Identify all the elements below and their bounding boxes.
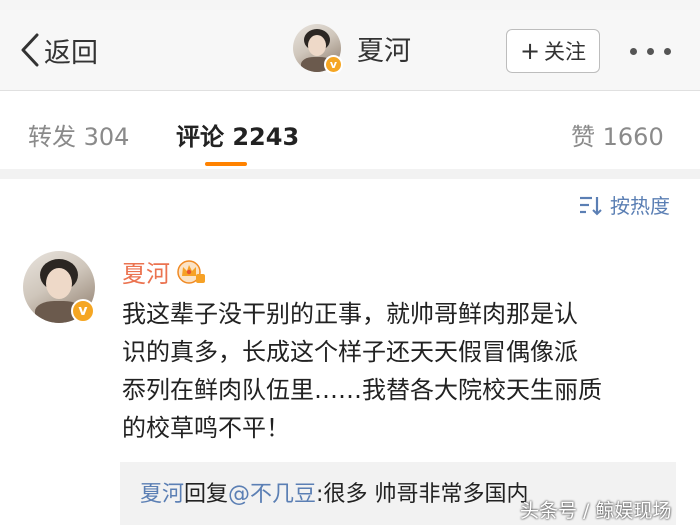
page-title: 夏河	[357, 35, 411, 67]
mention-link[interactable]: @不几豆	[228, 482, 316, 507]
section-divider	[0, 169, 700, 179]
top-nav-bar: 返回 v 夏河 + 关注	[0, 10, 700, 91]
reply-author-link[interactable]: 夏河	[140, 482, 184, 507]
verified-badge-icon: v	[71, 299, 95, 323]
active-tab-indicator	[205, 162, 247, 166]
sort-lines-icon	[580, 196, 602, 215]
sort-by-hot-button[interactable]: 按热度	[578, 190, 670, 219]
back-label: 返回	[44, 37, 98, 69]
comment-line: 忝列在鲜肉队伍里……我替各大院校天生丽质	[122, 376, 602, 404]
comment-line: 的校草鸣不平！	[122, 414, 290, 442]
tab-likes-label: 赞	[571, 123, 595, 151]
comment-author[interactable]: 夏河	[122, 254, 206, 289]
verified-badge-icon: v	[324, 55, 343, 74]
watermark: 头条号 / 鲸娱现场	[520, 500, 672, 522]
chevron-left-icon	[21, 33, 39, 67]
comment-line: 我这辈子没干别的正事，就帅哥鲜肉那是认	[122, 300, 578, 328]
tab-reposts[interactable]: 转发 304	[28, 117, 129, 152]
comment-author-avatar[interactable]: v	[23, 251, 95, 323]
sort-label: 按热度	[610, 194, 670, 218]
tab-reposts-count: 304	[83, 123, 130, 151]
more-options-icon[interactable]	[630, 48, 671, 55]
tab-likes[interactable]: 赞 1660	[571, 117, 664, 152]
reply-content: :很多 帅哥非常多国内	[316, 482, 529, 507]
comment-line: 识的真多，长成这个样子还天天假冒偶像派	[122, 338, 578, 366]
tab-reposts-label: 转发	[28, 123, 76, 151]
tab-comments[interactable]: 评论 2243	[176, 117, 299, 152]
status-bar	[0, 0, 700, 10]
comment-author-name[interactable]: 夏河	[122, 254, 170, 289]
crown-badge-icon	[177, 259, 205, 284]
follow-label: 关注	[544, 40, 587, 64]
tab-comments-label: 评论	[176, 123, 224, 151]
plus-icon: +	[519, 37, 541, 65]
follow-button[interactable]: + 关注	[506, 29, 600, 73]
tab-comments-count: 2243	[232, 123, 300, 151]
comment-body: 我这辈子没干别的正事，就帅哥鲜肉那是认 识的真多，长成这个样子还天天假冒偶像派 …	[122, 295, 672, 447]
back-button[interactable]: 返回	[20, 30, 98, 70]
reply-verb: 回复	[184, 482, 229, 507]
reply-text: 夏河回复@不几豆:很多 帅哥非常多国内	[140, 476, 528, 508]
tab-bar: 转发 304 评论 2243 赞 1660	[0, 91, 700, 169]
tab-likes-count: 1660	[602, 123, 664, 151]
profile-header[interactable]: v 夏河	[293, 24, 411, 74]
